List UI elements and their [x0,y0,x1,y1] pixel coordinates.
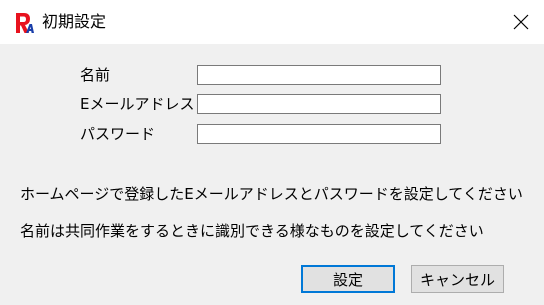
name-row: 名前 [0,64,544,86]
name-label: 名前 [80,66,111,84]
ra-logo-icon [16,13,34,33]
title-bar: 初期設定 [0,0,544,44]
window-title: 初期設定 [42,12,107,31]
password-label: パスワード [80,125,156,143]
cancel-button[interactable]: キャンセル [411,265,504,293]
name-field[interactable] [197,65,441,85]
email-label: Eメールアドレス [80,95,195,113]
email-row: Eメールアドレス [0,93,544,115]
close-button[interactable] [498,0,544,44]
password-row: パスワード [0,123,544,145]
ok-button[interactable]: 設定 [301,265,395,293]
password-field[interactable] [197,124,441,144]
email-field[interactable] [197,94,441,114]
instruction-text-1: ホームページで登録したEメールアドレスとパスワードを設定してください [20,185,523,203]
close-icon [513,14,529,30]
instruction-text-2: 名前は共同作業をするときに識別できる様なものを設定してください [20,222,484,240]
